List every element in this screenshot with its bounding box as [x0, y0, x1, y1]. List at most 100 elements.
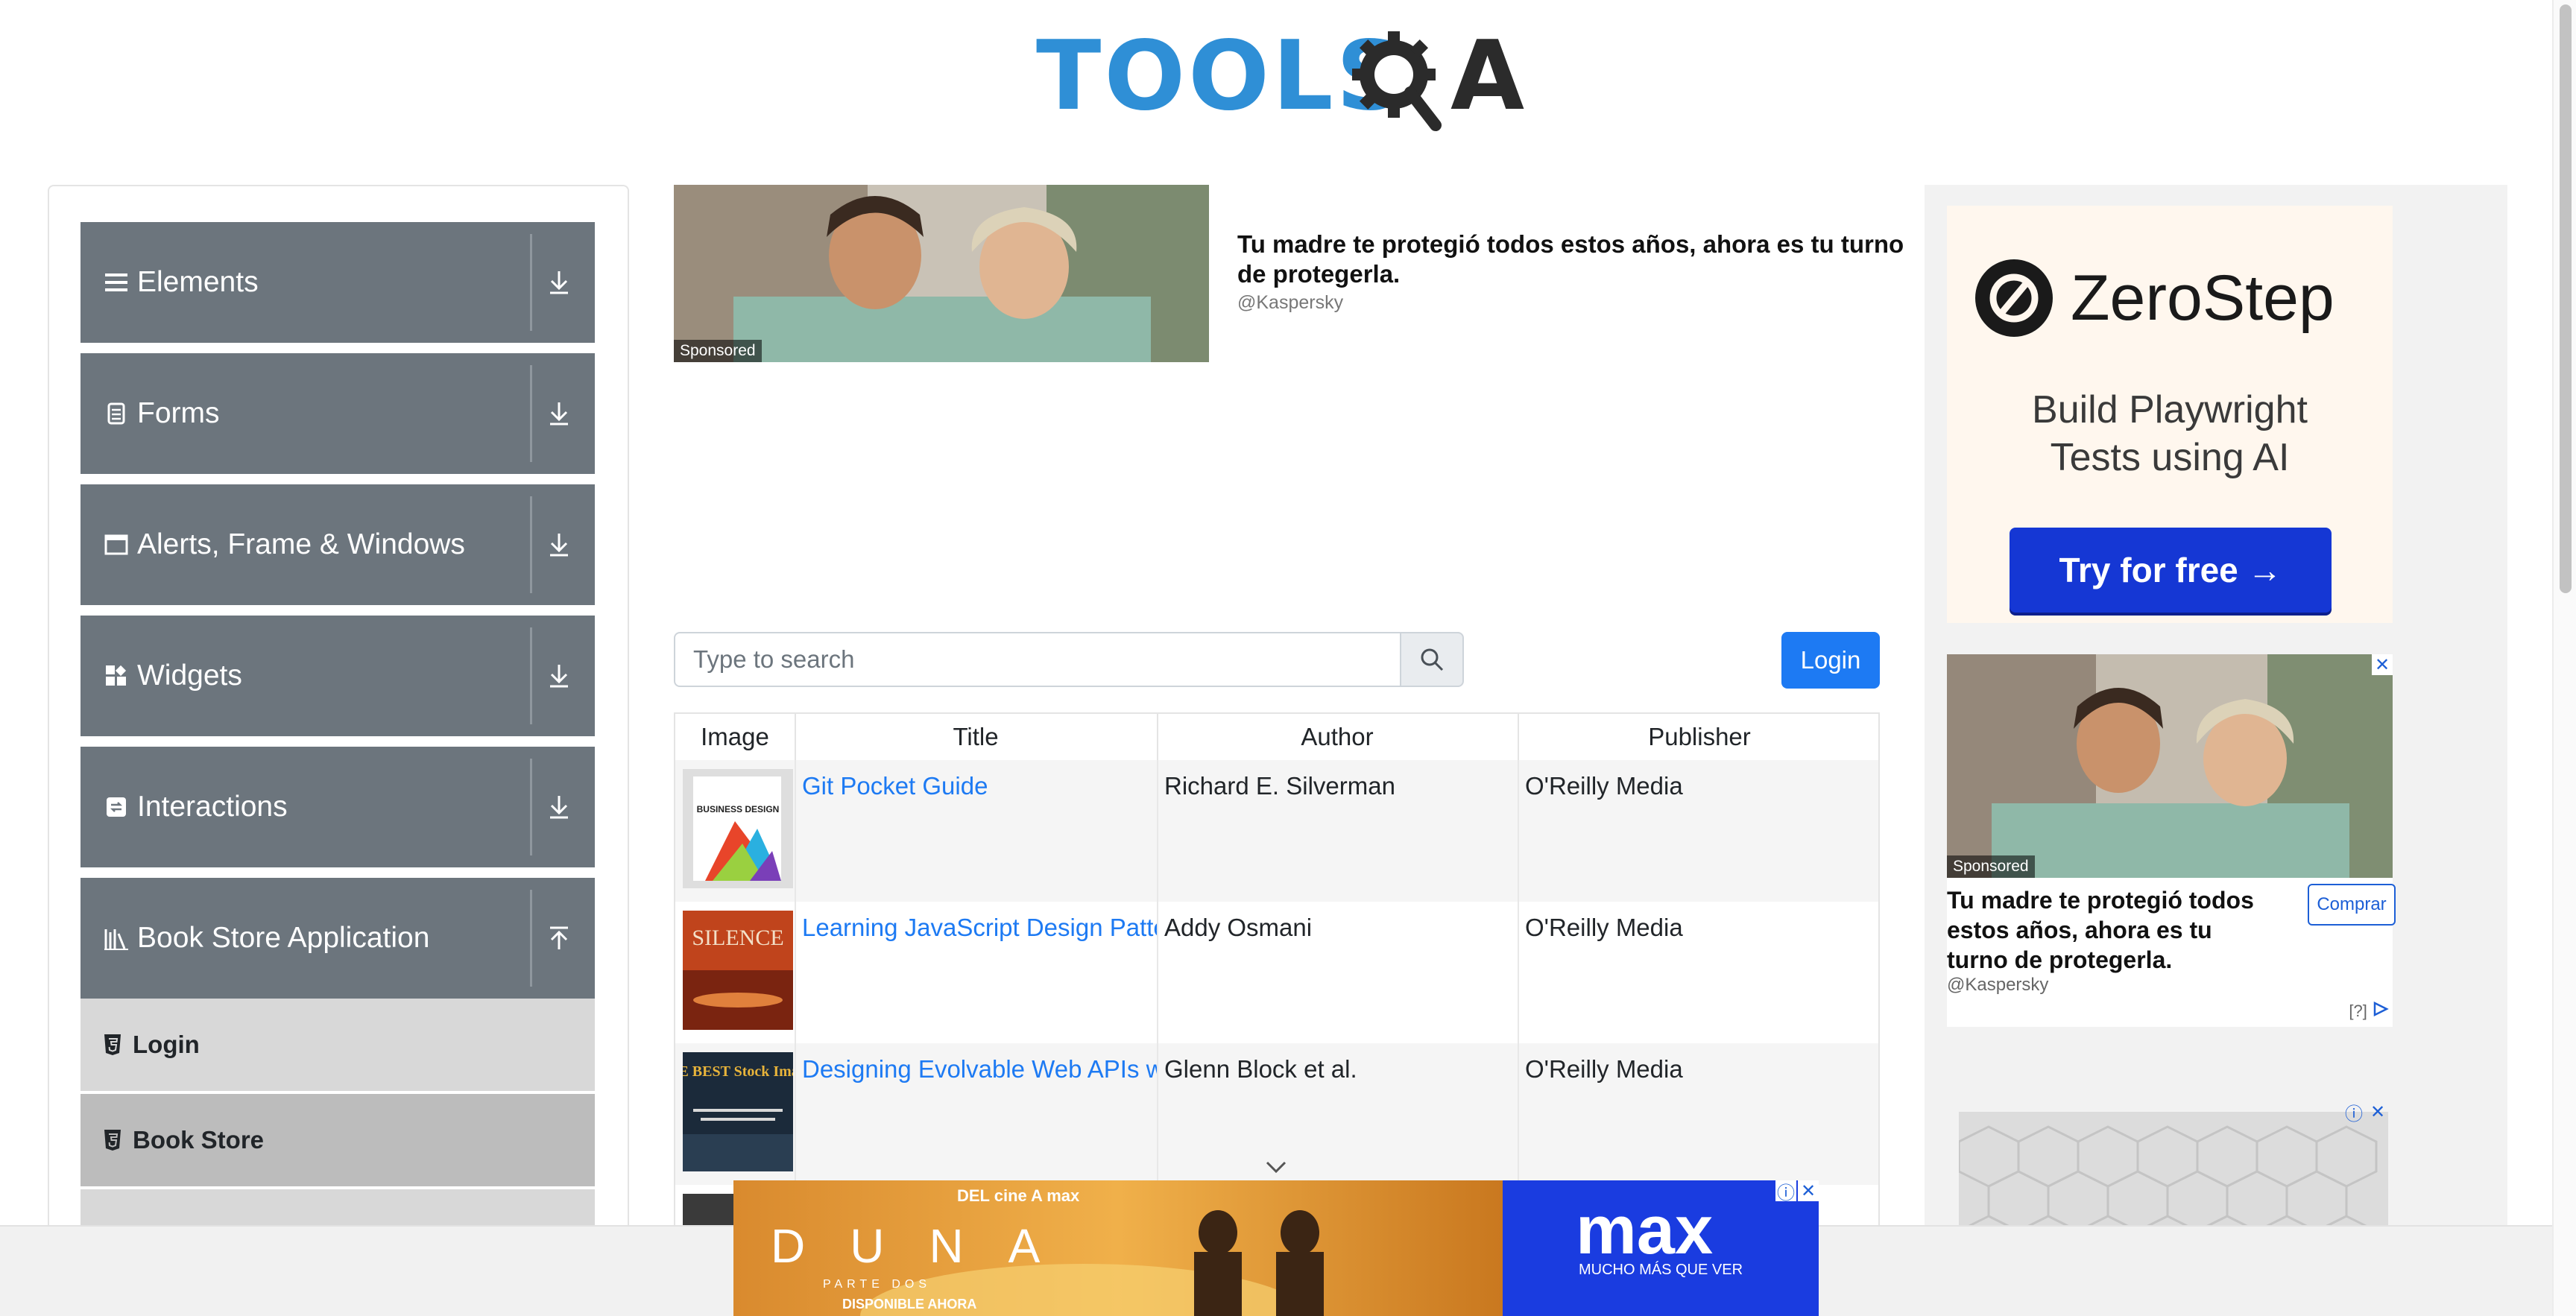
book-title-link[interactable]: Learning JavaScript Design Patterns	[802, 914, 1157, 942]
login-button[interactable]: Login	[1781, 632, 1880, 689]
image-cell: THE BEST Stock Images	[675, 1043, 796, 1185]
ad-photo-image	[674, 185, 1209, 362]
download-arrow-icon[interactable]	[532, 747, 586, 867]
ad-photo[interactable]: Sponsored	[674, 185, 1209, 362]
chevron-down-icon[interactable]	[1263, 1157, 1289, 1177]
bottom-ad-tagline: MUCHO MÁS QUE VER	[1579, 1261, 1743, 1278]
column-header-author[interactable]: Author	[1157, 714, 1519, 760]
sidebar-item-login[interactable]: Login	[80, 999, 595, 1094]
book-cover-image: THE BEST Stock Images	[683, 1052, 793, 1171]
ad-headline[interactable]: Tu madre te protegió todos estos años, a…	[1237, 230, 1923, 289]
adchoices-icon	[2373, 1001, 2389, 1017]
book-author: Richard E. Silverman	[1164, 772, 1395, 800]
widgets-icon	[103, 662, 130, 689]
book-author: Addy Osmani	[1164, 914, 1313, 941]
book-title-link[interactable]: Git Pocket Guide	[802, 772, 988, 800]
sidebar-item-label: Book Store	[133, 1126, 265, 1154]
publisher-cell: O'Reilly Media	[1518, 902, 1878, 1043]
ad-photo[interactable]: Sponsored ✕	[1947, 654, 2393, 878]
html5-icon	[104, 1130, 121, 1151]
window-icon	[103, 531, 130, 558]
group-label: Elements	[137, 266, 259, 298]
zerostep-logo-icon	[1975, 259, 2053, 337]
column-header-title[interactable]: Title	[795, 714, 1158, 760]
group-widgets[interactable]: Widgets	[80, 616, 595, 736]
max-dune-banner: DEL cine A max DUNA PARTE DOS DISPONIBLE…	[733, 1180, 1819, 1316]
image-cell: BUSINESS DESIGN	[675, 760, 796, 902]
column-header-publisher[interactable]: Publisher	[1518, 714, 1878, 760]
group-forms[interactable]: Forms	[80, 353, 595, 474]
book-title-link[interactable]: Designing Evolvable Web APIs with ASP.NE…	[802, 1055, 1157, 1084]
zerostep-name: ZeroStep	[2071, 262, 2334, 334]
group-label: Book Store Application	[137, 922, 430, 954]
book-publisher: O'Reilly Media	[1525, 914, 1683, 941]
table-row: SILENCE Learning JavaScript Design Patte…	[675, 902, 1878, 1045]
search-input[interactable]	[674, 632, 1401, 687]
book-cover-image: BUSINESS DESIGN	[683, 769, 793, 888]
ad-card[interactable]: Tu madre te protegió todos estos años, a…	[1947, 878, 2396, 1027]
library-icon	[103, 925, 130, 952]
download-arrow-icon[interactable]	[532, 222, 586, 343]
toolsqa-logo[interactable]: TOOLS A	[1036, 21, 1528, 140]
group-label: Widgets	[137, 659, 242, 692]
page-scrollbar[interactable]	[2552, 0, 2576, 1316]
gear-icon	[1352, 31, 1442, 131]
download-arrow-icon[interactable]	[532, 353, 586, 474]
book-publisher: O'Reilly Media	[1525, 772, 1683, 800]
author-cell: Richard E. Silverman	[1157, 760, 1519, 902]
group-label: Interactions	[137, 791, 288, 823]
download-arrow-icon[interactable]	[532, 616, 586, 736]
download-arrow-icon[interactable]	[532, 484, 586, 605]
scrollbar-thumb[interactable]	[2560, 4, 2572, 593]
zerostep-ad[interactable]: ZeroStep Build Playwright Tests using AI…	[1947, 206, 2393, 623]
zerostep-headline: Build Playwright Tests using AI	[1947, 386, 2393, 481]
sponsored-label: Sponsored	[1947, 855, 2035, 878]
sidebar-item-label: Login	[133, 1031, 200, 1058]
left-panel: Elements Forms Alerts, Frame & Windows W…	[48, 185, 629, 1273]
author-cell: Addy Osmani	[1157, 902, 1519, 1043]
buy-button[interactable]: Comprar	[2308, 884, 2396, 926]
document-icon	[103, 400, 130, 427]
title-cell: Learning JavaScript Design Patterns	[795, 902, 1158, 1043]
ad-info[interactable]: [?]	[2349, 1001, 2390, 1021]
ad-photo-image	[1947, 654, 2393, 878]
upload-arrow-icon[interactable]	[532, 878, 586, 999]
book-author: Glenn Block et al.	[1164, 1055, 1357, 1083]
bottom-ad-movie: DUNA	[771, 1219, 1085, 1273]
logo-a: A	[1450, 21, 1525, 132]
group-label: Forms	[137, 397, 220, 429]
interactions-icon	[103, 794, 130, 820]
ad-handle[interactable]: @Kaspersky	[1237, 292, 1343, 314]
ad-info-icon[interactable]: ⓘ	[2343, 1101, 2364, 1124]
close-icon[interactable]: ✕	[1798, 1180, 1819, 1201]
title-cell: Git Pocket Guide	[795, 760, 1158, 902]
bottom-ad-available: DISPONIBLE AHORA	[842, 1297, 976, 1312]
ad-info-label: [?]	[2349, 1002, 2367, 1020]
html5-icon	[104, 1034, 121, 1055]
sidebar-item-book-store[interactable]: Book Store	[80, 1094, 595, 1189]
ad-headline: Tu madre te protegió todos estos años, a…	[1947, 887, 2254, 973]
zerostep-brand: ZeroStep	[1974, 258, 2334, 338]
headline-line: Tests using AI	[2050, 436, 2290, 479]
bottom-ad-top-line: DEL cine A max	[957, 1186, 1080, 1205]
search-button[interactable]	[1400, 632, 1464, 687]
publisher-cell: O'Reilly Media	[1518, 1043, 1878, 1185]
group-label: Alerts, Frame & Windows	[137, 528, 465, 560]
hamburger-icon	[103, 269, 130, 296]
ad-info-icon[interactable]: ⓘ	[1775, 1180, 1796, 1203]
try-for-free-button[interactable]: Try for free →	[2010, 528, 2332, 613]
book-cover-image: SILENCE	[683, 911, 793, 1030]
group-book-store-application[interactable]: Book Store Application	[80, 878, 595, 999]
image-cell: SILENCE	[675, 902, 796, 1043]
cover-text: BUSINESS DESIGN	[697, 804, 780, 814]
group-interactions[interactable]: Interactions	[80, 747, 595, 867]
group-elements[interactable]: Elements	[80, 222, 595, 343]
table-row: BUSINESS DESIGN Git Pocket Guide Richard…	[675, 760, 1878, 903]
close-icon[interactable]: ✕	[2367, 1101, 2388, 1122]
max-dune-ad[interactable]: DEL cine A max DUNA PARTE DOS DISPONIBLE…	[733, 1180, 1819, 1316]
group-alerts-frame-windows[interactable]: Alerts, Frame & Windows	[80, 484, 595, 605]
close-icon[interactable]: ✕	[2372, 654, 2393, 675]
sponsored-label: Sponsored	[674, 340, 762, 362]
column-header-image[interactable]: Image	[675, 714, 796, 760]
search-icon	[1421, 648, 1444, 671]
